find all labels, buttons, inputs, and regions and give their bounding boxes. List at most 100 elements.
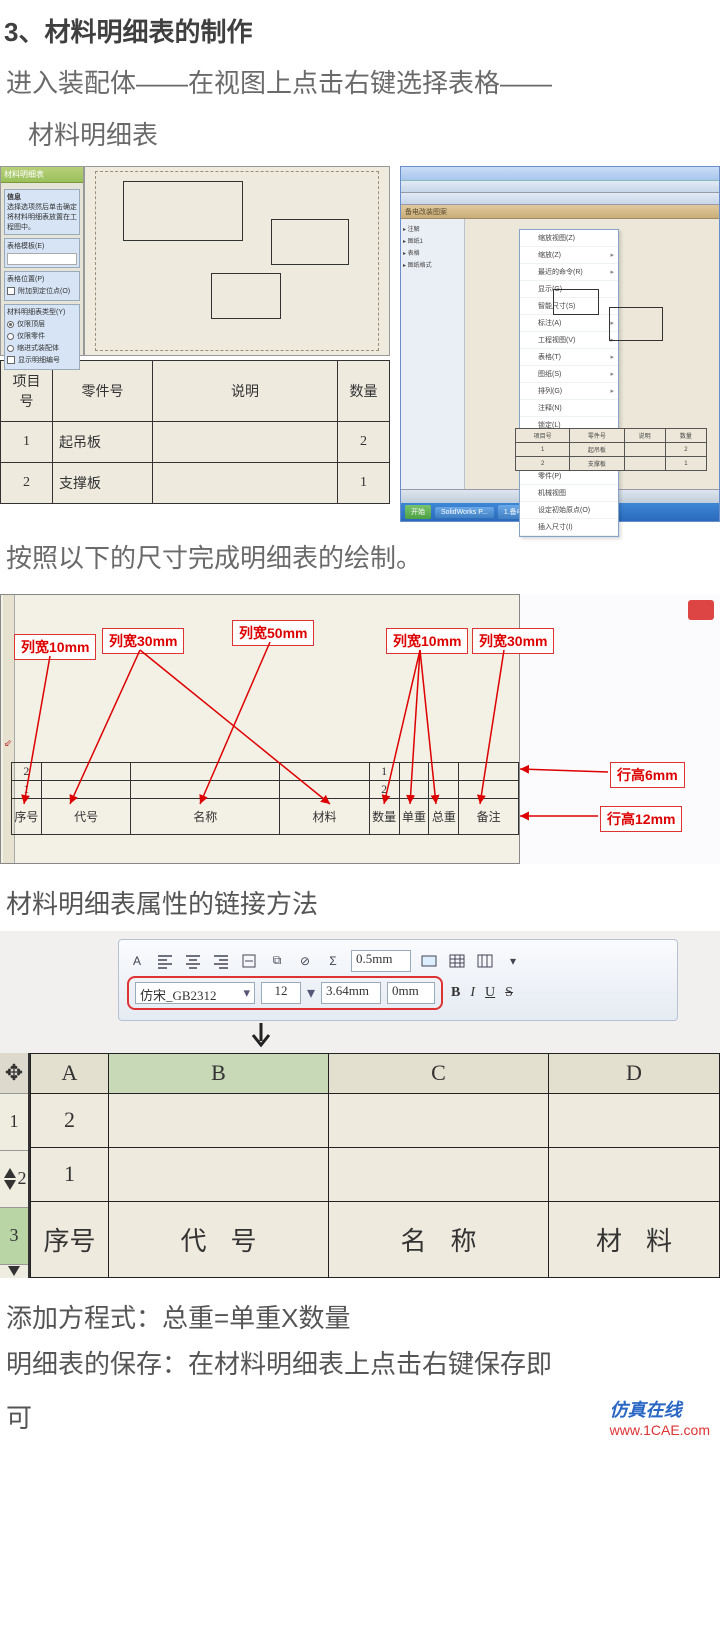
font-color-icon[interactable]: A [127, 951, 147, 971]
merge-icon[interactable] [419, 951, 439, 971]
cell-B2[interactable] [109, 1147, 329, 1201]
sw-canvas[interactable]: 缩放视图(Z) 缩放(Z)▸ 最近的命令(R)▸ 显示(G) 智能尺寸(S) 标… [465, 219, 719, 489]
font-callout: 仿宋_GB2312 ▾ 12▾ 3.64mm 0mm [127, 976, 443, 1010]
paragraph-4c: 可 [6, 1398, 594, 1438]
pos-title: 表格位置(P) [7, 274, 77, 284]
sw-titlebar [401, 167, 719, 181]
dim-1-input[interactable]: 3.64mm [321, 982, 381, 1004]
thickness-input[interactable]: 0.5mm [351, 950, 411, 972]
underline-button[interactable]: U [485, 985, 495, 1001]
footer-brand: 仿真在线 www.1CAE.com [600, 1390, 720, 1444]
cell-A3[interactable]: 序号 [31, 1201, 109, 1277]
bom-table[interactable]: 项目号 零件号 说明 数量 1 起吊板 2 2 支撑板 1 [0, 360, 390, 504]
feature-tree[interactable]: ▸ 注解▸ 图纸1▸ 表格▸ 图纸格式 [401, 219, 465, 489]
font-family-select[interactable]: 仿宋_GB2312 ▾ [135, 982, 255, 1004]
menu-item[interactable]: 注释(N) [520, 400, 618, 417]
figure-dimensions: ⇘ 21 12 序号 代号 名称 材料 数量 单重 总重 备注 列宽10mm 列… [0, 594, 720, 864]
sw-bottom-table: 项目号零件号说明数量 1起吊板2 2支撑板1 [515, 428, 707, 471]
grid-icon[interactable] [475, 951, 495, 971]
menu-item[interactable]: 表格(T)▸ [520, 349, 618, 366]
drawing-canvas[interactable] [84, 166, 390, 356]
intro-line-2: 材料明细表 [28, 115, 714, 157]
label-h6: 行高6mm [610, 762, 685, 788]
dim-col-totalwt: 总重 [429, 799, 459, 835]
context-menu[interactable]: 缩放视图(Z) 缩放(Z)▸ 最近的命令(R)▸ 显示(G) 智能尺寸(S) 标… [519, 229, 619, 537]
menu-item[interactable]: 设定初始原点(O) [520, 502, 618, 519]
row-header-3[interactable]: 3 [0, 1207, 28, 1264]
solidworks-window: 备电改装图案 ▸ 注解▸ 图纸1▸ 表格▸ 图纸格式 缩放视图(Z) 缩放(Z)… [400, 166, 720, 522]
cell-B3[interactable]: 代号 [109, 1201, 329, 1277]
font-size-select[interactable]: 12 [261, 982, 301, 1004]
dim-col-code: 代号 [41, 799, 130, 835]
sw-toolbar-1[interactable] [401, 181, 719, 193]
bom-r1c3 [153, 422, 338, 463]
cell-B1[interactable] [109, 1093, 329, 1147]
figure-left: 材料明细表 信息 选择选项然后单击确定将材料明细表放置在工程图中。 表格模板(E… [0, 166, 390, 522]
bold-button[interactable]: B [451, 985, 460, 1001]
table-icon[interactable] [447, 951, 467, 971]
cell-C2[interactable] [329, 1147, 549, 1201]
cell-A2[interactable]: 1 [31, 1147, 109, 1201]
menu-item[interactable]: 图纸(S)▸ [520, 366, 618, 383]
col-C[interactable]: C [329, 1053, 549, 1093]
balloon-icon[interactable]: ⊘ [295, 951, 315, 971]
cell-C1[interactable] [329, 1093, 549, 1147]
dim-col-remark: 备注 [459, 799, 519, 835]
menu-item[interactable]: 缩放(Z)▸ [520, 247, 618, 264]
opt-2[interactable]: 仅限零件 [7, 331, 77, 341]
cell-D2[interactable] [549, 1147, 720, 1201]
menu-item[interactable]: 机械视图 [520, 485, 618, 502]
task-btn[interactable]: SolidWorks P... [435, 507, 494, 518]
label-w30: 列宽30mm [102, 628, 184, 654]
brand-name: 仿真在线 [610, 1396, 710, 1422]
text-toolbar[interactable]: A ⧉ ⊘ Σ 0.5mm ▾ 仿宋_GB2312 ▾ 12▾ 3.64mm [118, 939, 678, 1021]
expand-icon[interactable] [2, 1164, 18, 1194]
cell-C3[interactable]: 名称 [329, 1201, 549, 1277]
cell-A1[interactable]: 2 [31, 1093, 109, 1147]
panel-template: 表格模板(E) [4, 238, 80, 268]
menu-item[interactable]: 工程视图(V)▸ [520, 332, 618, 349]
opt-1[interactable]: 仅限顶层 [7, 319, 77, 329]
align-right-icon[interactable] [211, 951, 231, 971]
biu-group[interactable]: B I U S [451, 985, 513, 1001]
pos-chk[interactable]: 附加到定位点(O) [7, 286, 77, 296]
col-D[interactable]: D [549, 1053, 720, 1093]
menu-item[interactable]: 标注(A)▸ [520, 315, 618, 332]
cell-D1[interactable] [549, 1093, 720, 1147]
chevron-down-icon[interactable]: ▾ [503, 951, 523, 971]
menu-item[interactable]: 缩放视图(Z) [520, 230, 618, 247]
menu-item[interactable]: 最近的命令(R)▸ [520, 264, 618, 281]
bom-row-2: 2 支撑板 1 [1, 463, 390, 504]
dim-2-input[interactable]: 0mm [387, 982, 435, 1004]
menu-item[interactable]: 插入尺寸(I) [520, 519, 618, 536]
figure-toolbar-table: A ⧉ ⊘ Σ 0.5mm ▾ 仿宋_GB2312 ▾ 12▾ 3.64mm [0, 931, 720, 1278]
cell-D3[interactable]: 材料 [549, 1201, 720, 1277]
menu-item[interactable]: 排列(G)▸ [520, 383, 618, 400]
align-left-icon[interactable] [155, 951, 175, 971]
row-gutter[interactable]: ✥ 1 2 3 [0, 1053, 30, 1278]
sw-tab[interactable]: 备电改装图案 [401, 205, 719, 219]
rect-view-1 [123, 181, 243, 241]
link-icon[interactable]: ⧉ [267, 951, 287, 971]
task-start[interactable]: 开始 [405, 505, 431, 519]
opt-4[interactable]: 显示明细编号 [7, 355, 77, 365]
opt-3[interactable]: 缩进式装配体 [7, 343, 77, 353]
valign-icon[interactable] [239, 951, 259, 971]
row-header-2[interactable]: 2 [0, 1150, 28, 1207]
bom-r2c2: 支撑板 [53, 463, 153, 504]
strike-button[interactable]: S [505, 985, 513, 1001]
sw-toolbar-2[interactable] [401, 193, 719, 205]
tpl-input[interactable] [7, 253, 77, 265]
align-center-icon[interactable] [183, 951, 203, 971]
row-header-1[interactable]: 1 [0, 1093, 28, 1150]
italic-button[interactable]: I [470, 985, 475, 1001]
bom-edit-table[interactable]: ✥ 1 2 3 A B C D [0, 1053, 720, 1278]
bom-r2c4: 1 [338, 463, 390, 504]
move-icon[interactable]: ✥ [5, 1060, 23, 1086]
col-B[interactable]: B [109, 1053, 329, 1093]
col-A[interactable]: A [31, 1053, 109, 1093]
bom-r2c3 [153, 463, 338, 504]
property-panel[interactable]: 材料明细表 信息 选择选项然后单击确定将材料明细表放置在工程图中。 表格模板(E… [0, 166, 84, 356]
sigma-icon[interactable]: Σ [323, 951, 343, 971]
intro-line-1: 进入装配体——在视图上点击右键选择表格—— [6, 63, 714, 105]
